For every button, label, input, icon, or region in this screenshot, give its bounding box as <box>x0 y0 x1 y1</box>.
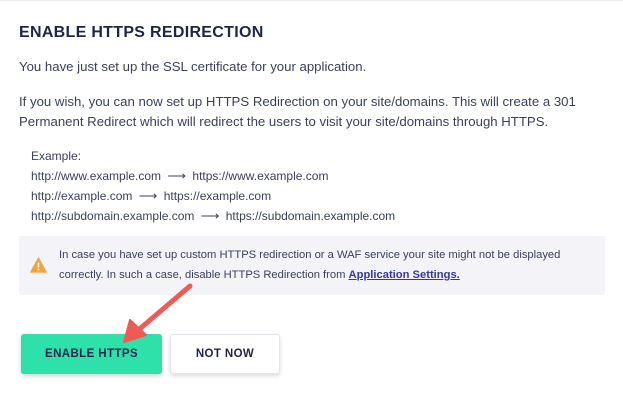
warning-notice: In case you have set up custom HTTPS red… <box>19 236 605 295</box>
example-from: http://www.example.com <box>31 169 162 183</box>
example-to: https://subdomain.example.com <box>225 209 396 223</box>
example-row: http://subdomain.example.com ⟶ https://s… <box>31 206 395 226</box>
example-from: http://example.com <box>31 189 133 203</box>
warning-text: In case you have set up custom HTTPS red… <box>59 245 599 285</box>
right-arrow-icon: ⟶ <box>138 188 158 203</box>
example-row: http://www.example.com ⟶ https://www.exa… <box>31 166 395 186</box>
enable-https-button[interactable]: ENABLE HTTPS <box>21 334 162 374</box>
example-to: https://example.com <box>163 189 272 203</box>
right-arrow-icon: ⟶ <box>200 208 220 223</box>
application-settings-link[interactable]: Application Settings. <box>349 269 460 281</box>
section-title: ENABLE HTTPS REDIRECTION <box>19 24 264 41</box>
example-label: Example: <box>31 149 82 163</box>
top-divider <box>0 0 623 1</box>
description-text: If you wish, you can now set up HTTPS Re… <box>19 94 576 129</box>
right-arrow-icon: ⟶ <box>167 168 187 183</box>
warning-message: In case you have set up custom HTTPS red… <box>59 249 561 281</box>
warning-triangle-icon <box>30 257 47 273</box>
intro-text: You have just set up the SSL certificate… <box>19 59 367 74</box>
not-now-button[interactable]: NOT NOW <box>170 334 280 374</box>
example-to: https://www.example.com <box>192 169 329 183</box>
example-from: http://subdomain.example.com <box>31 209 195 223</box>
example-row: http://example.com ⟶ https://example.com <box>31 186 395 206</box>
example-block: Example: http://www.example.com ⟶ https:… <box>31 146 395 226</box>
